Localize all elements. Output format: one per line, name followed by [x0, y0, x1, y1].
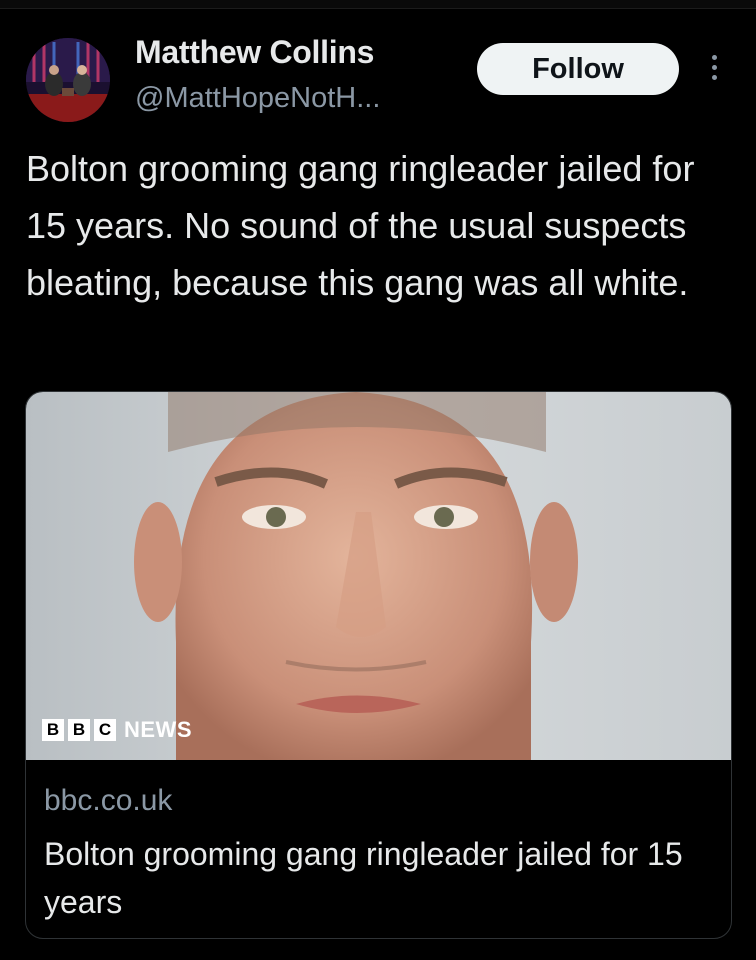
bbc-logo-letter: C [94, 719, 116, 741]
bbc-news-logo: B B C NEWS [42, 717, 192, 743]
avatar[interactable] [26, 38, 110, 122]
avatar-photo [26, 38, 110, 122]
author-handle[interactable]: @MattHopeNotH... [135, 82, 380, 115]
author-name[interactable]: Matthew Collins [135, 34, 374, 71]
mugshot-photo: B B C NEWS [26, 392, 731, 760]
card-domain: bbc.co.uk [44, 784, 173, 817]
tweet-text: Bolton grooming gang ringleader jailed f… [26, 148, 695, 303]
top-divider [0, 0, 756, 9]
link-card[interactable]: B B C NEWS bbc.co.uk Bolton grooming gan… [25, 391, 732, 939]
bbc-logo-letter: B [68, 719, 90, 741]
follow-button[interactable]: Follow [477, 43, 679, 95]
bbc-logo-letter: B [42, 719, 64, 741]
more-options-icon[interactable] [704, 55, 724, 85]
bbc-logo-news: NEWS [124, 717, 192, 742]
card-title[interactable]: Bolton grooming gang ringleader jailed f… [44, 830, 714, 926]
